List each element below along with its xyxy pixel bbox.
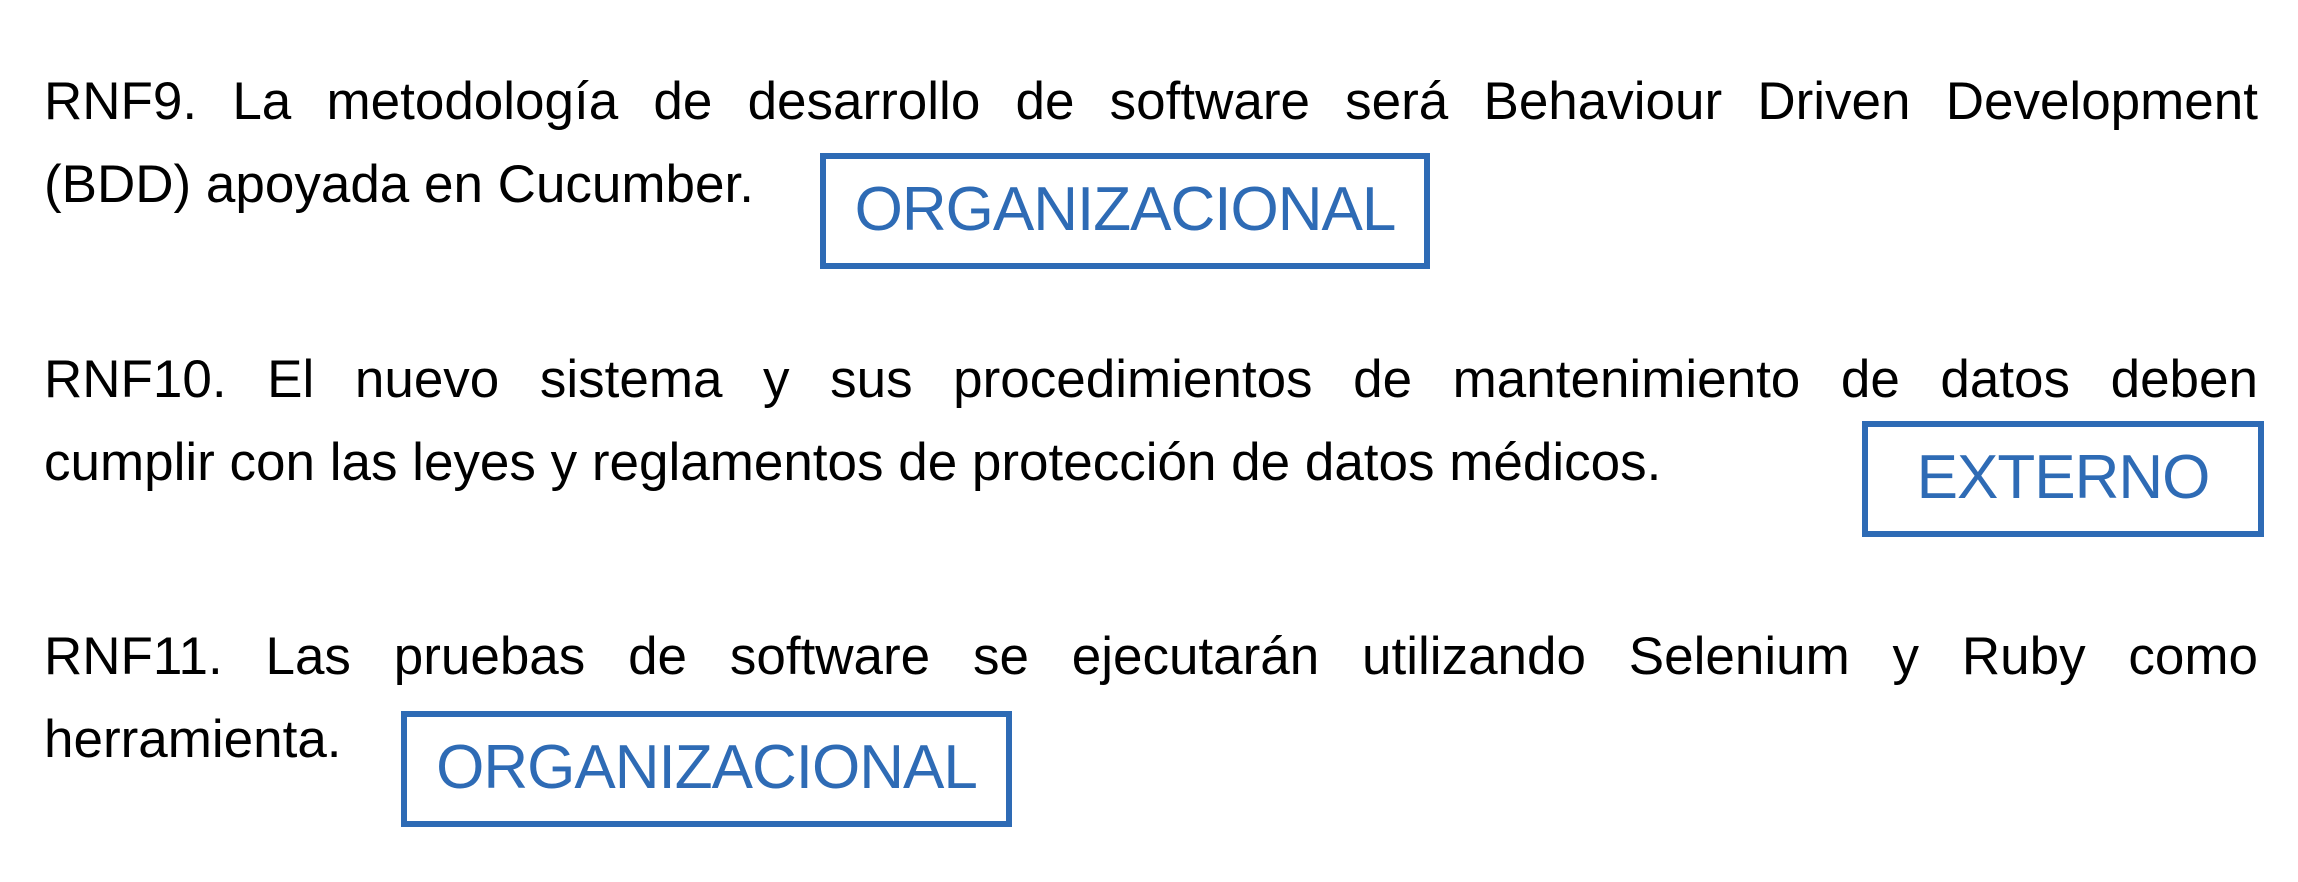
requirement-line-2: herramienta.	[44, 710, 342, 769]
category-tag-externo: EXTERNO	[1862, 421, 2264, 537]
requirement-line-1: RNF11. Las pruebas de software se ejecut…	[44, 627, 2258, 686]
category-tag-organizacional: ORGANIZACIONAL	[820, 153, 1430, 269]
requirement-rnf11: RNF11. Las pruebas de software se ejecut…	[44, 615, 2258, 781]
requirement-line-1: RNF10. El nuevo sistema y sus procedimie…	[44, 350, 2258, 409]
requirement-line-1: RNF9. La metodología de desarrollo de so…	[44, 72, 2258, 131]
category-tag-organizacional: ORGANIZACIONAL	[401, 711, 1012, 827]
